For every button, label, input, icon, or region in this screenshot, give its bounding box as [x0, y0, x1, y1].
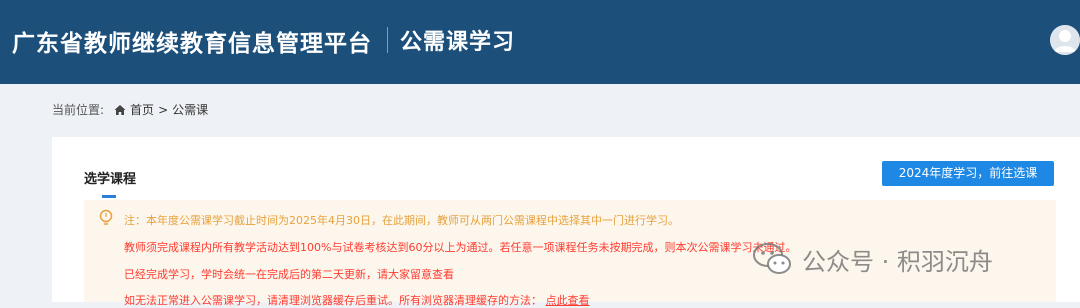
breadcrumb: 当前位置: 首页 > 公需课 — [52, 101, 208, 118]
notice-cache-prefix: 如无法正常进入公需课学习，请清理浏览器缓存后重试。所有浏览器清理缓存的方法： — [124, 294, 542, 307]
home-icon — [114, 104, 126, 116]
notice-deadline-text: 注：本年度公需课学习截止时间为2025年4月30日，在此期间，教师可从两门公需课… — [124, 214, 679, 227]
lightbulb-icon — [98, 209, 114, 227]
title-underline — [102, 195, 116, 198]
breadcrumb-label: 当前位置: — [52, 103, 105, 117]
wechat-icon — [752, 239, 794, 279]
notice-cache-text: 如无法正常进入公需课学习，请清理浏览器缓存后重试。所有浏览器清理缓存的方法： 点… — [124, 292, 590, 308]
top-header-bar: 广东省教师继续教育信息管理平台 公需课学习 — [0, 0, 1080, 84]
module-title: 公需课学习 — [400, 30, 516, 55]
watermark: 公众号 · 积羽沉舟 — [752, 238, 993, 280]
section-title: 选学课程 — [84, 172, 137, 187]
notice-requirement-text: 教师须完成课程内所有教学活动达到100%与试卷考核达到60分以上为通过。若任意一… — [124, 241, 797, 254]
user-avatar-icon[interactable] — [1050, 25, 1080, 55]
platform-title: 广东省教师继续教育信息管理平台 — [12, 31, 372, 57]
breadcrumb-current: 公需课 — [172, 103, 209, 117]
header-divider — [387, 27, 388, 53]
go-select-course-button[interactable]: 2024年度学习，前往选课 — [882, 161, 1054, 186]
cache-help-link[interactable]: 点此查看 — [546, 294, 590, 307]
breadcrumb-home-link[interactable]: 首页 — [130, 101, 154, 118]
watermark-text: 公众号 · 积羽沉舟 — [802, 247, 993, 276]
notice-update-text: 已经完成学习，学时会统一在完成后的第二天更新，请大家留意查看 — [124, 268, 454, 281]
breadcrumb-separator: > — [158, 102, 169, 117]
